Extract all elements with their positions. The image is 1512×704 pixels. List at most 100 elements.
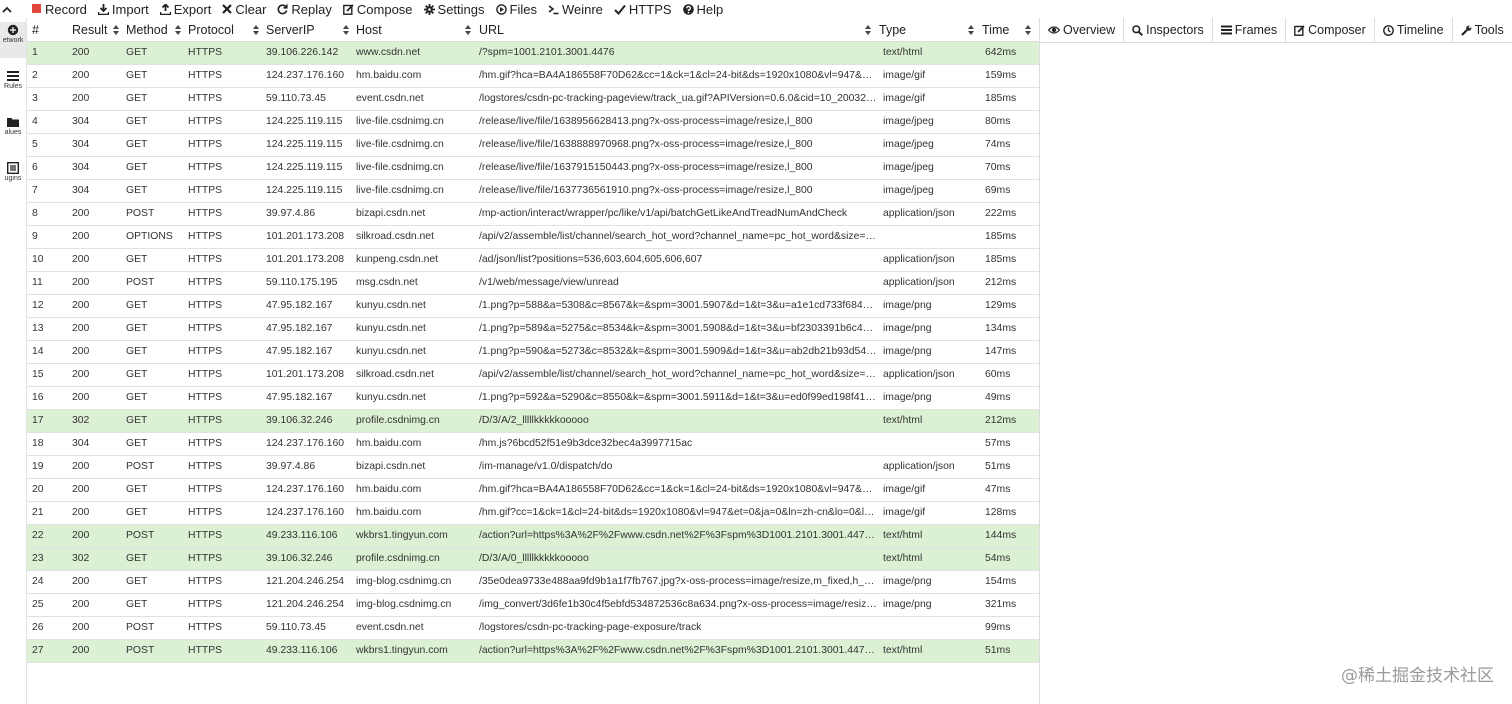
cell-number: 19 xyxy=(32,461,44,472)
cell-type: image/jpeg xyxy=(883,185,934,196)
session-row[interactable]: 12 200 GET HTTPS 47.95.182.167 kunyu.csdn.net… xyxy=(27,295,1039,318)
session-row[interactable]: 13 200 GET HTTPS 47.95.182.167 kunyu.csdn.net… xyxy=(27,318,1039,341)
session-row[interactable]: 7 304 GET HTTPS 124.225.119.115 live-file.csd… xyxy=(27,180,1039,203)
export-icon xyxy=(159,3,171,15)
session-row[interactable]: 21 200 GET HTTPS 124.237.176.160 hm.baidu.com… xyxy=(27,502,1039,525)
cell-type: application/json xyxy=(883,208,955,219)
https-button[interactable]: HTTPS xyxy=(614,2,672,17)
record-button[interactable]: Record xyxy=(32,2,87,17)
cell-method: GET xyxy=(126,392,148,403)
sort-protocol-icon[interactable] xyxy=(253,25,259,35)
sort-host-icon[interactable] xyxy=(465,25,471,35)
cell-number: 18 xyxy=(32,438,44,449)
session-row[interactable]: 23 302 GET HTTPS 39.106.32.246 profile.csdnim… xyxy=(27,548,1039,571)
cell-result: 200 xyxy=(72,47,90,58)
tab-tools[interactable]: Tools xyxy=(1453,18,1512,42)
collapse-toolbar-button[interactable] xyxy=(2,2,16,17)
session-row[interactable]: 14 200 GET HTTPS 47.95.182.167 kunyu.csdn.net… xyxy=(27,341,1039,364)
cell-serverip: 59.110.175.195 xyxy=(266,277,338,288)
sort-time-icon[interactable] xyxy=(1025,25,1031,35)
session-row[interactable]: 1 200 GET HTTPS 39.106.226.142 www.csdn.net /?… xyxy=(27,42,1039,65)
session-row[interactable]: 11 200 POST HTTPS 59.110.175.195 msg.csdn.net… xyxy=(27,272,1039,295)
tab-timeline[interactable]: Timeline xyxy=(1375,18,1453,42)
cell-number: 23 xyxy=(32,553,44,564)
cell-type: image/jpeg xyxy=(883,139,934,150)
session-row[interactable]: 5 304 GET HTTPS 124.225.119.115 live-file.csd… xyxy=(27,134,1039,157)
values-icon xyxy=(7,118,19,127)
cell-type: image/png xyxy=(883,300,932,311)
session-row[interactable]: 20 200 GET HTTPS 124.237.176.160 hm.baidu.com… xyxy=(27,479,1039,502)
files-label: Files xyxy=(509,1,537,17)
cell-result: 304 xyxy=(72,438,90,449)
session-row[interactable]: 19 200 POST HTTPS 39.97.4.86 bizapi.csdn.net /… xyxy=(27,456,1039,479)
col-header-type[interactable]: Type xyxy=(879,18,906,41)
cell-serverip: 121.204.246.254 xyxy=(266,576,345,587)
sort-type-icon[interactable] xyxy=(968,25,974,35)
cell-method: POST xyxy=(126,208,155,219)
col-header-result[interactable]: Result xyxy=(72,18,107,41)
cell-method: GET xyxy=(126,70,148,81)
cell-method: GET xyxy=(126,254,148,265)
compose-button[interactable]: Compose xyxy=(342,2,413,17)
cell-host: hm.baidu.com xyxy=(356,70,422,81)
session-row[interactable]: 2 200 GET HTTPS 124.237.176.160 hm.baidu.com /… xyxy=(27,65,1039,88)
cell-url: /release/live/file/1638888970968.png?x-o… xyxy=(479,139,813,150)
session-row[interactable]: 17 302 GET HTTPS 39.106.32.246 profile.csdnim… xyxy=(27,410,1039,433)
rail-item-values[interactable]: alues xyxy=(0,114,26,150)
session-row[interactable]: 6 304 GET HTTPS 124.225.119.115 live-file.csd… xyxy=(27,157,1039,180)
cell-host: event.csdn.net xyxy=(356,93,424,104)
export-button[interactable]: Export xyxy=(159,2,211,17)
help-button[interactable]: Help xyxy=(682,2,723,17)
tab-inspectors[interactable]: Inspectors xyxy=(1124,18,1213,42)
session-row[interactable]: 18 304 GET HTTPS 124.237.176.160 hm.baidu.com… xyxy=(27,433,1039,456)
cell-type: image/gif xyxy=(883,70,926,81)
col-header-serverip[interactable]: ServerIP xyxy=(266,18,315,41)
session-row[interactable]: 10 200 GET HTTPS 101.201.173.208 kunpeng.csdn… xyxy=(27,249,1039,272)
files-button[interactable]: Files xyxy=(495,1,537,17)
tab-frames[interactable]: Frames xyxy=(1213,18,1287,42)
session-row[interactable]: 22 200 POST HTTPS 49.233.116.106 wkbrs1.tingy… xyxy=(27,525,1039,548)
session-row[interactable]: 15 200 GET HTTPS 101.201.173.208 silkroad.csd… xyxy=(27,364,1039,387)
replay-label: Replay xyxy=(291,1,332,17)
col-header-host[interactable]: Host xyxy=(356,18,382,41)
cell-host: img-blog.csdnimg.cn xyxy=(356,599,452,610)
col-header-number[interactable]: # xyxy=(32,18,39,41)
cell-protocol: HTTPS xyxy=(188,369,223,380)
replay-button[interactable]: Replay xyxy=(277,1,332,17)
col-header-time[interactable]: Time xyxy=(982,18,1009,41)
rail-item-rules[interactable]: Rules xyxy=(0,68,26,104)
col-header-url[interactable]: URL xyxy=(479,18,504,41)
cell-host: kunyu.csdn.net xyxy=(356,346,426,357)
cell-serverip: 39.106.226.142 xyxy=(266,47,339,58)
cell-method: OPTIONS xyxy=(126,231,173,242)
cell-number: 13 xyxy=(32,323,44,334)
session-row[interactable]: 25 200 GET HTTPS 121.204.246.254 img-blog.csd… xyxy=(27,594,1039,617)
clear-button[interactable]: Clear xyxy=(222,2,266,17)
session-row[interactable]: 8 200 POST HTTPS 39.97.4.86 bizapi.csdn.net/m… xyxy=(27,203,1039,226)
sort-method-icon[interactable] xyxy=(175,25,181,35)
import-button[interactable]: Import xyxy=(97,2,149,17)
session-row[interactable]: 26 200 POST HTTPS 59.110.73.45 event.csdn.net… xyxy=(27,617,1039,640)
session-row[interactable]: 24 200 GET HTTPS 121.204.246.254 img-blog.csd… xyxy=(27,571,1039,594)
rail-item-plugins[interactable]: ugins xyxy=(0,160,26,196)
sort-url-icon[interactable] xyxy=(865,25,871,35)
tab-overview[interactable]: Overview xyxy=(1040,18,1125,42)
cell-method: GET xyxy=(126,369,148,380)
session-row[interactable]: 3 200 GET HTTPS 59.110.73.45 event.csdn.net/l… xyxy=(27,88,1039,111)
sort-result-icon[interactable] xyxy=(113,25,119,35)
session-row[interactable]: 4 304 GET HTTPS 124.225.119.115 live-file.csd… xyxy=(27,111,1039,134)
tab-composer[interactable]: Composer xyxy=(1286,18,1375,42)
cell-number: 16 xyxy=(32,392,44,403)
sort-serverip-icon[interactable] xyxy=(343,25,349,35)
settings-button[interactable]: Settings xyxy=(423,2,485,17)
col-header-method[interactable]: Method xyxy=(126,18,168,41)
cell-number: 22 xyxy=(32,530,44,541)
col-header-protocol[interactable]: Protocol xyxy=(188,18,234,41)
cell-type: image/png xyxy=(883,346,932,357)
session-row[interactable]: 27 200 POST HTTPS 49.233.116.106 wkbrs1.tingy… xyxy=(27,640,1039,663)
cell-number: 27 xyxy=(32,645,44,656)
session-row[interactable]: 9 200 OPTIONS HTTPS 101.201.173.208 silkroad.… xyxy=(27,226,1039,249)
weinre-button[interactable]: Weinre xyxy=(548,2,603,17)
rail-item-network[interactable]: etwork xyxy=(0,22,26,58)
session-row[interactable]: 16 200 GET HTTPS 47.95.182.167 kunyu.csdn.net… xyxy=(27,387,1039,410)
